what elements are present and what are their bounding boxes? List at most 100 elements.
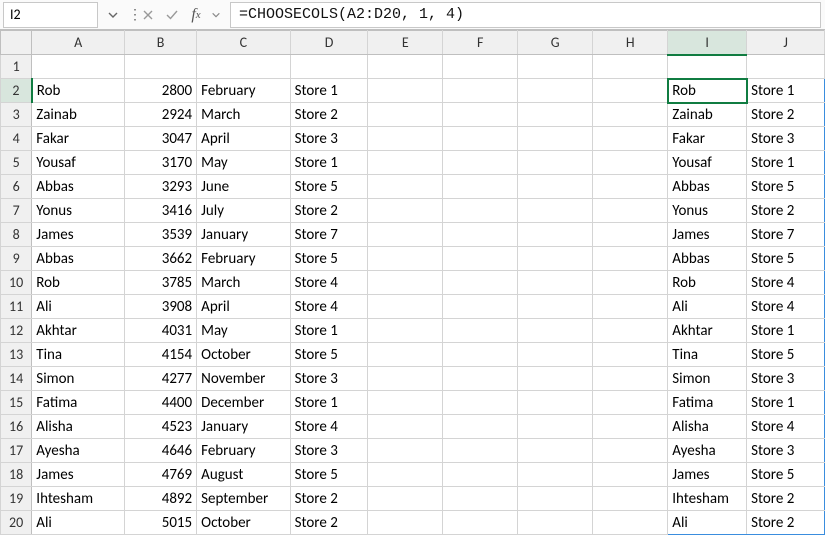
cell-F18[interactable]: [443, 463, 518, 487]
cell-F8[interactable]: [443, 223, 518, 247]
row-header-6[interactable]: 6: [1, 175, 32, 199]
cell-D6[interactable]: Store 5: [290, 175, 368, 199]
cell-B17[interactable]: 4646: [124, 439, 196, 463]
cell-B13[interactable]: 4154: [124, 343, 196, 367]
cell-I15[interactable]: Fatima: [668, 391, 747, 415]
cell-H20[interactable]: [593, 511, 668, 535]
cell-H2[interactable]: [593, 79, 668, 103]
cell-A10[interactable]: Rob: [32, 271, 125, 295]
cell-G2[interactable]: [518, 79, 593, 103]
cell-E19[interactable]: [368, 487, 443, 511]
column-header-A[interactable]: A: [32, 31, 125, 55]
cell-D9[interactable]: Store 5: [290, 247, 368, 271]
cell-C15[interactable]: December: [197, 391, 290, 415]
cell-F19[interactable]: [443, 487, 518, 511]
cell-D18[interactable]: Store 5: [290, 463, 368, 487]
cell-I3[interactable]: Zainab: [668, 103, 747, 127]
cell-A14[interactable]: Simon: [32, 367, 125, 391]
column-header-H[interactable]: H: [593, 31, 668, 55]
cell-F14[interactable]: [443, 367, 518, 391]
cell-F20[interactable]: [443, 511, 518, 535]
row-header-12[interactable]: 12: [1, 319, 32, 343]
cell-B8[interactable]: 3539: [124, 223, 196, 247]
cell-I12[interactable]: Akhtar: [668, 319, 747, 343]
cell-F13[interactable]: [443, 343, 518, 367]
cell-G4[interactable]: [518, 127, 593, 151]
cell-B2[interactable]: 2800: [124, 79, 196, 103]
cell-B11[interactable]: 3908: [124, 295, 196, 319]
column-header-B[interactable]: B: [124, 31, 196, 55]
cell-H11[interactable]: [593, 295, 668, 319]
cell-A1[interactable]: [32, 55, 125, 79]
cell-H9[interactable]: [593, 247, 668, 271]
cell-A6[interactable]: Abbas: [32, 175, 125, 199]
cell-J14[interactable]: Store 3: [747, 367, 825, 391]
cell-E18[interactable]: [368, 463, 443, 487]
cell-C20[interactable]: October: [197, 511, 290, 535]
cell-J13[interactable]: Store 5: [747, 343, 825, 367]
cell-D7[interactable]: Store 2: [290, 199, 368, 223]
formula-input[interactable]: =CHOOSECOLS(A2:D20, 1, 4): [230, 2, 821, 28]
cell-C13[interactable]: October: [197, 343, 290, 367]
cell-E16[interactable]: [368, 415, 443, 439]
cell-A11[interactable]: Ali: [32, 295, 125, 319]
cell-H15[interactable]: [593, 391, 668, 415]
cell-C5[interactable]: May: [197, 151, 290, 175]
cell-E12[interactable]: [368, 319, 443, 343]
cell-J5[interactable]: Store 1: [747, 151, 825, 175]
cell-C19[interactable]: September: [197, 487, 290, 511]
cell-A17[interactable]: Ayesha: [32, 439, 125, 463]
cell-J15[interactable]: Store 1: [747, 391, 825, 415]
cell-C10[interactable]: March: [197, 271, 290, 295]
cell-H5[interactable]: [593, 151, 668, 175]
cell-B5[interactable]: 3170: [124, 151, 196, 175]
column-header-F[interactable]: F: [443, 31, 518, 55]
cell-J7[interactable]: Store 2: [747, 199, 825, 223]
cell-J3[interactable]: Store 2: [747, 103, 825, 127]
cell-D12[interactable]: Store 1: [290, 319, 368, 343]
cell-G3[interactable]: [518, 103, 593, 127]
cell-D4[interactable]: Store 3: [290, 127, 368, 151]
cell-H14[interactable]: [593, 367, 668, 391]
cell-D3[interactable]: Store 2: [290, 103, 368, 127]
cell-C17[interactable]: February: [197, 439, 290, 463]
cell-F5[interactable]: [443, 151, 518, 175]
cell-F2[interactable]: [443, 79, 518, 103]
row-header-5[interactable]: 5: [1, 151, 32, 175]
row-header-13[interactable]: 13: [1, 343, 32, 367]
cell-F15[interactable]: [443, 391, 518, 415]
cell-B16[interactable]: 4523: [124, 415, 196, 439]
enter-button[interactable]: [160, 3, 184, 27]
column-header-E[interactable]: E: [368, 31, 443, 55]
cell-B6[interactable]: 3293: [124, 175, 196, 199]
row-header-20[interactable]: 20: [1, 511, 32, 535]
cell-A15[interactable]: Fatima: [32, 391, 125, 415]
cell-A2[interactable]: Rob: [32, 79, 125, 103]
cell-H19[interactable]: [593, 487, 668, 511]
row-header-8[interactable]: 8: [1, 223, 32, 247]
cell-G16[interactable]: [518, 415, 593, 439]
cell-D15[interactable]: Store 1: [290, 391, 368, 415]
cell-J8[interactable]: Store 7: [747, 223, 825, 247]
row-header-17[interactable]: 17: [1, 439, 32, 463]
cell-I17[interactable]: Ayesha: [668, 439, 747, 463]
cell-I1[interactable]: [668, 55, 747, 79]
cell-J4[interactable]: Store 3: [747, 127, 825, 151]
row-header-10[interactable]: 10: [1, 271, 32, 295]
cell-C18[interactable]: August: [197, 463, 290, 487]
cell-G14[interactable]: [518, 367, 593, 391]
cell-A20[interactable]: Ali: [32, 511, 125, 535]
cell-I7[interactable]: Yonus: [668, 199, 747, 223]
cell-G12[interactable]: [518, 319, 593, 343]
cell-E11[interactable]: [368, 295, 443, 319]
cell-E13[interactable]: [368, 343, 443, 367]
cell-F10[interactable]: [443, 271, 518, 295]
cell-I20[interactable]: Ali: [668, 511, 747, 535]
column-header-J[interactable]: J: [747, 31, 825, 55]
row-header-3[interactable]: 3: [1, 103, 32, 127]
cell-D1[interactable]: [290, 55, 368, 79]
cell-F11[interactable]: [443, 295, 518, 319]
cell-C12[interactable]: May: [197, 319, 290, 343]
column-header-I[interactable]: I: [668, 31, 747, 55]
cell-H10[interactable]: [593, 271, 668, 295]
